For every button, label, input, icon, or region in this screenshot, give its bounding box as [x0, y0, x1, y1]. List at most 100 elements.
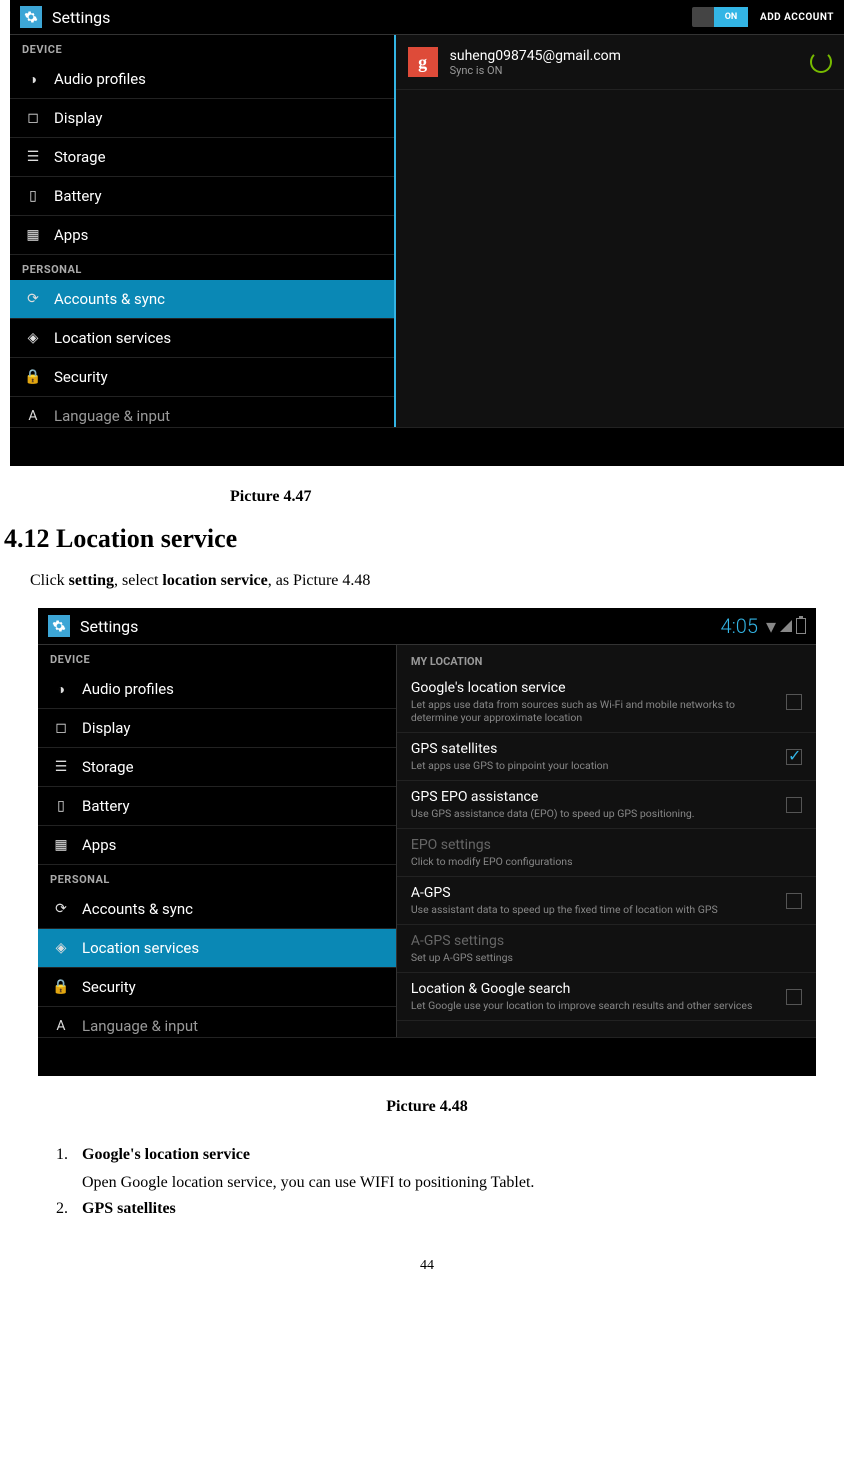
checkbox-checked[interactable]: [786, 749, 802, 765]
pref-title: GPS satellites: [411, 741, 802, 757]
sync-icon: ⟳: [52, 900, 70, 918]
account-sync-status: Sync is ON: [450, 64, 621, 77]
battery-icon: [796, 618, 806, 634]
list-item-body: Open Google location service, you can us…: [82, 1174, 534, 1191]
lock-icon: 🔒: [52, 978, 70, 996]
sidebar-item-display[interactable]: ◻ Display: [10, 99, 394, 138]
settings-icon: [48, 615, 70, 637]
sidebar-item-language[interactable]: A Language & input: [10, 397, 394, 427]
add-account-button[interactable]: ADD ACCOUNT: [760, 12, 834, 23]
sidebar-item-security[interactable]: 🔒Security: [10, 358, 394, 397]
sidebar-item-security[interactable]: 🔒 Security: [38, 968, 396, 1007]
settings-sidebar: DEVICE ◑Audio profiles ◻ Display ☰Storage…: [10, 35, 396, 427]
account-email: suheng098745@gmail.com: [450, 48, 621, 64]
screenshot-448: Settings 4:05 ▾ DEVICE ◑Audio profiles ◻…: [38, 608, 816, 1076]
account-row[interactable]: g suheng098745@gmail.com Sync is ON: [396, 35, 844, 90]
page-number: 44: [0, 1258, 854, 1274]
titlebar: Settings 4:05 ▾: [38, 608, 816, 645]
pref-summary: Use GPS assistance data (EPO) to speed u…: [411, 807, 802, 820]
sidebar-item-label: Language & input: [54, 407, 170, 425]
list-item-title: GPS satellites: [82, 1200, 824, 1218]
sidebar-item-audio[interactable]: ◑Audio profiles: [10, 60, 394, 99]
pref-title: Google's location service: [411, 680, 802, 696]
sidebar-item-apps[interactable]: ▦ Apps: [10, 216, 394, 255]
master-toggle[interactable]: ON: [692, 7, 748, 27]
sidebar-item-accounts[interactable]: ⟳ Accounts & sync: [38, 890, 396, 929]
settings-icon: [20, 6, 42, 28]
caption-447: Picture 4.47: [230, 488, 854, 506]
sidebar-item-audio[interactable]: ◑Audio profiles: [38, 670, 396, 709]
apps-icon: ▦: [52, 836, 70, 854]
section-header-personal: PERSONAL: [38, 865, 396, 890]
checkbox[interactable]: [786, 694, 802, 710]
intro-text: Click setting, select location service, …: [30, 572, 854, 590]
location-prefs-pane: MY LOCATION Google's location service Le…: [397, 645, 816, 1037]
sync-icon: ⟳: [24, 290, 42, 308]
pref-google-location[interactable]: Google's location service Let apps use d…: [397, 672, 816, 733]
screenshot-447: Settings ON ADD ACCOUNT DEVICE ◑Audio pr…: [10, 0, 844, 466]
pref-location-search[interactable]: Location & Google search Let Google use …: [397, 973, 816, 1021]
storage-icon: ☰: [24, 148, 42, 166]
sidebar-item-label: Accounts & sync: [82, 900, 193, 918]
section-header-device: DEVICE: [10, 35, 394, 60]
accounts-pane: g suheng098745@gmail.com Sync is ON: [396, 35, 844, 427]
storage-icon: ☰: [52, 758, 70, 776]
pref-title: Location & Google search: [411, 981, 802, 997]
pref-summary: Use assistant data to speed up the fixed…: [411, 903, 802, 916]
list-item: Google's location service Open Google lo…: [72, 1146, 824, 1192]
display-icon: ◻: [24, 109, 42, 127]
settings-sidebar: DEVICE ◑Audio profiles ◻Display ☰Storage…: [38, 645, 397, 1037]
sidebar-item-label: Security: [54, 368, 108, 386]
sidebar-item-label: Display: [82, 719, 130, 737]
sidebar-item-label: Security: [82, 978, 136, 996]
sidebar-item-location[interactable]: ◈Location services: [10, 319, 394, 358]
sidebar-item-label: Apps: [82, 836, 116, 854]
pref-agps[interactable]: A-GPS Use assistant data to speed up the…: [397, 877, 816, 925]
pref-agps-settings: A-GPS settings Set up A-GPS settings: [397, 925, 816, 973]
signal-icon: [780, 620, 792, 632]
section-header-personal: PERSONAL: [10, 255, 394, 280]
audio-icon: ◑: [24, 70, 42, 88]
nav-bar: [10, 427, 844, 466]
pref-gps[interactable]: GPS satellites Let apps use GPS to pinpo…: [397, 733, 816, 781]
pref-title: A-GPS: [411, 885, 802, 901]
sidebar-item-storage[interactable]: ☰ Storage: [38, 748, 396, 787]
sidebar-item-label: Battery: [82, 797, 130, 815]
sidebar-item-label: Display: [54, 109, 102, 127]
list-item-title: Google's location service: [82, 1146, 824, 1164]
checkbox[interactable]: [786, 797, 802, 813]
section-heading: 4.12 Location service: [4, 524, 854, 554]
sidebar-item-label: Storage: [82, 758, 134, 776]
language-icon: A: [24, 407, 42, 425]
pref-summary: Let apps use GPS to pinpoint your locati…: [411, 759, 802, 772]
pref-title: GPS EPO assistance: [411, 789, 802, 805]
pref-section-header: MY LOCATION: [397, 645, 816, 672]
list-item: GPS satellites: [72, 1200, 824, 1218]
page-title: Settings: [52, 8, 692, 27]
sidebar-item-location[interactable]: ◈ Location services: [38, 929, 396, 968]
sidebar-item-apps[interactable]: ▦ Apps: [38, 826, 396, 865]
sidebar-item-label: Location services: [82, 939, 199, 957]
status-bar: 4:05 ▾: [720, 614, 806, 638]
toggle-on-label: ON: [714, 7, 748, 27]
sidebar-item-label: Apps: [54, 226, 88, 244]
checkbox[interactable]: [786, 989, 802, 1005]
display-icon: ◻: [52, 719, 70, 737]
sidebar-item-battery[interactable]: ▯ Battery: [38, 787, 396, 826]
battery-icon: ▯: [52, 797, 70, 815]
description-list: Google's location service Open Google lo…: [42, 1146, 854, 1218]
titlebar: Settings ON ADD ACCOUNT: [10, 0, 844, 35]
pref-title: EPO settings: [411, 837, 802, 853]
sidebar-item-display[interactable]: ◻ Display: [38, 709, 396, 748]
checkbox[interactable]: [786, 893, 802, 909]
sidebar-item-storage[interactable]: ☰Storage: [10, 138, 394, 177]
nav-bar: [38, 1037, 816, 1076]
location-icon: ◈: [52, 939, 70, 957]
google-badge-icon: g: [408, 47, 438, 77]
sidebar-item-battery[interactable]: ▯Battery: [10, 177, 394, 216]
pref-epo-settings: EPO settings Click to modify EPO configu…: [397, 829, 816, 877]
apps-icon: ▦: [24, 226, 42, 244]
sidebar-item-accounts[interactable]: ⟳Accounts & sync: [10, 280, 394, 319]
sidebar-item-language[interactable]: ALanguage & input: [38, 1007, 396, 1037]
pref-epo[interactable]: GPS EPO assistance Use GPS assistance da…: [397, 781, 816, 829]
